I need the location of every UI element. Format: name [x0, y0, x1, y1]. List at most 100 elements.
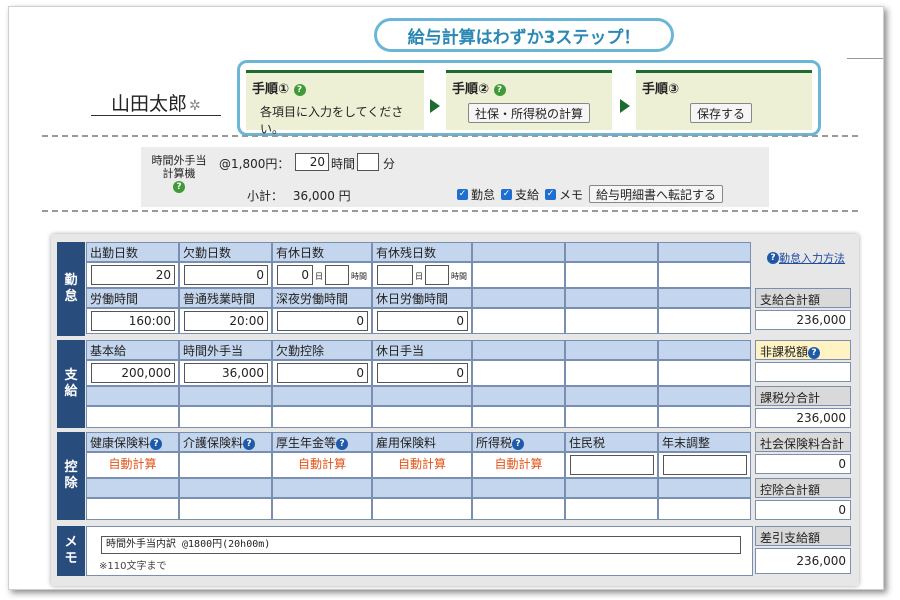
- deduction-total-label: 控除合計額: [755, 478, 851, 498]
- divider: [42, 210, 858, 212]
- nontax-input[interactable]: [755, 362, 851, 382]
- overtime-hours-input[interactable]: 20:00: [184, 311, 268, 331]
- hours-unit: 時間: [331, 157, 356, 171]
- work-hours-input[interactable]: 160:00: [91, 311, 175, 331]
- pension-auto: 自動計算: [297, 457, 346, 471]
- gear-icon[interactable]: ✲: [189, 98, 201, 114]
- step-2-title: 手順②: [452, 82, 490, 97]
- step-2: 手順② ? 社保・所得税の計算: [446, 70, 612, 130]
- divider: [42, 135, 858, 137]
- overtime-minutes-input[interactable]: [357, 153, 379, 171]
- overtime-calculator: 時間外手当 計算機 ? @1,800円： 20 時間 分 小計： 36,000 …: [141, 147, 769, 207]
- arrow-right-icon: [430, 99, 440, 113]
- social-insurance-label: 社会保険料合計: [755, 432, 851, 452]
- paid-leave-days-input[interactable]: 0: [277, 265, 313, 285]
- section-attendance: 勤 怠: [57, 242, 85, 336]
- overtime-pay-input[interactable]: 36,000: [184, 363, 268, 383]
- header-overtime-hours: 普通残業時間: [179, 288, 272, 308]
- net-pay-label: 差引支給額: [755, 526, 851, 546]
- header-health-insurance: 健康保険料: [90, 436, 151, 450]
- night-hours-input[interactable]: 0: [277, 311, 368, 331]
- step-3: 手順③ 保存する: [636, 70, 812, 130]
- minutes-unit: 分: [383, 157, 396, 171]
- header-base-salary: 基本給: [86, 340, 179, 360]
- arrow-right-icon: [620, 99, 630, 113]
- work-days-input[interactable]: 20: [91, 265, 175, 285]
- income-tax-auto: 自動計算: [494, 457, 543, 471]
- total-pay-value: 236,000: [755, 310, 851, 330]
- calc-insurance-tax-button[interactable]: 社保・所得税の計算: [468, 103, 591, 123]
- steps-box: 手順① ? 各項目に入力をしてください。 手順② ? 社保・所得税の計算 手順③…: [237, 60, 821, 136]
- check-icon: ✓: [457, 188, 468, 200]
- help-icon[interactable]: ?: [336, 437, 349, 450]
- nontax-label: 非課税額: [760, 345, 809, 359]
- help-icon[interactable]: ?: [243, 437, 256, 450]
- help-icon[interactable]: ?: [493, 83, 506, 96]
- header-absence-deduction: 欠勤控除: [272, 340, 372, 360]
- header-year-end-adjustment: 年末調整: [658, 432, 751, 452]
- paid-leave-remaining-days-input[interactable]: [377, 265, 413, 285]
- check-icon: ✓: [501, 188, 513, 200]
- net-pay-value: 236,000: [755, 548, 851, 574]
- year-end-adjustment-input[interactable]: [663, 455, 747, 475]
- holiday-hours-input[interactable]: 0: [377, 311, 468, 331]
- overtime-hours-input[interactable]: 20: [295, 153, 329, 171]
- paid-leave-hours-input[interactable]: [325, 265, 349, 285]
- overtime-rate: @1,800円：: [219, 157, 290, 171]
- header-resident-tax: 住民税: [565, 432, 658, 452]
- holiday-pay-input[interactable]: 0: [377, 363, 468, 383]
- employment-insurance-auto: 自動計算: [397, 457, 446, 471]
- subtotal-label: 小計：: [247, 189, 284, 203]
- header-holiday-hours: 休日労働時間: [372, 288, 472, 308]
- help-icon[interactable]: ?: [150, 437, 163, 450]
- taxable-label: 課税分合計: [755, 386, 851, 406]
- help-icon[interactable]: ?: [512, 437, 525, 450]
- memo-note: ※110文字まで: [99, 561, 167, 572]
- transfer-to-payslip-button[interactable]: 給与明細書へ転記する: [589, 185, 724, 203]
- absence-deduction-input[interactable]: 0: [277, 363, 368, 383]
- header-night-hours: 深夜労働時間: [272, 288, 372, 308]
- header-income-tax: 所得税: [476, 436, 513, 450]
- help-icon: ?: [767, 252, 779, 264]
- header-work-days: 出勤日数: [86, 242, 179, 262]
- total-pay-label: 支給合計額: [755, 288, 851, 308]
- payroll-form: 勤 怠 出勤日数 欠勤日数 有休日数 有休残日数 20 0 0 日 時間 日 時…: [51, 234, 859, 586]
- base-salary-input[interactable]: 200,000: [91, 363, 175, 383]
- checkbox-payment[interactable]: ✓ 支給: [501, 186, 539, 203]
- calculator-label: 計算機: [162, 167, 196, 180]
- check-icon: ✓: [545, 188, 557, 200]
- deduction-grid: 健康保険料? 介護保険料? 厚生年金等? 雇用保険料 所得税? 住民税 年末調整…: [86, 432, 753, 520]
- header-holiday-pay: 休日手当: [372, 340, 472, 360]
- header-paid-leave-remaining: 有休残日数: [372, 242, 472, 262]
- step-3-title: 手順③: [642, 82, 680, 97]
- payment-grid: 基本給 時間外手当 欠勤控除 休日手当 200,000 36,000 0 0: [86, 340, 753, 428]
- attendance-grid: 出勤日数 欠勤日数 有休日数 有休残日数 20 0 0 日 時間 日 時間 労働…: [86, 242, 753, 336]
- help-icon[interactable]: ?: [808, 346, 821, 359]
- header-pension: 厚生年金等: [276, 436, 337, 450]
- employee-name-row: 山田太郎 ✲: [111, 89, 201, 116]
- header-absence-days: 欠勤日数: [179, 242, 272, 262]
- transfer-options: ✓ 勤怠 ✓ 支給 ✓ メモ 給与明細書へ転記する: [457, 185, 724, 203]
- attendance-help-link[interactable]: ? 勤怠入力方法: [767, 250, 845, 266]
- help-icon[interactable]: ?: [173, 181, 185, 193]
- step-1-title: 手順①: [252, 82, 290, 97]
- save-button[interactable]: 保存する: [690, 103, 753, 123]
- name-underline: [91, 115, 221, 116]
- absence-days-input[interactable]: 0: [184, 265, 268, 285]
- deduction-total-value: 0: [755, 500, 851, 520]
- checkbox-attendance[interactable]: ✓ 勤怠: [457, 186, 495, 203]
- memo-input[interactable]: 時間外手当内訳 @1800円(20h00m): [101, 536, 741, 554]
- header-care-insurance: 介護保険料: [183, 436, 244, 450]
- social-insurance-value: 0: [755, 454, 851, 474]
- section-deduction: 控 除: [57, 432, 85, 520]
- header-work-hours: 労働時間: [86, 288, 179, 308]
- paid-leave-remaining-hours-input[interactable]: [425, 265, 449, 285]
- section-memo: メ モ: [57, 526, 85, 576]
- steps-banner: 給与計算はわずか3ステップ！: [374, 18, 674, 52]
- help-icon[interactable]: ?: [293, 83, 306, 96]
- subtotal-value: 36,000 円: [292, 189, 351, 203]
- resident-tax-input[interactable]: [570, 455, 654, 475]
- checkbox-memo[interactable]: ✓ メモ: [545, 186, 583, 203]
- taxable-value: 236,000: [755, 408, 851, 428]
- health-insurance-auto: 自動計算: [108, 457, 157, 471]
